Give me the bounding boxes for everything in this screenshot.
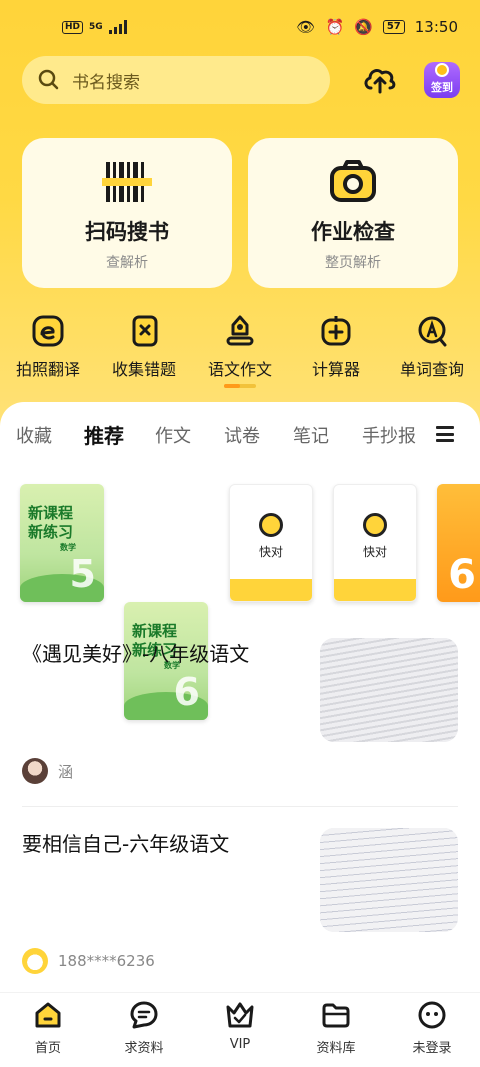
- nav-vip[interactable]: VIP: [192, 993, 288, 1067]
- camera-icon: [330, 160, 376, 202]
- nav-label: 首页: [34, 1041, 61, 1056]
- article-card[interactable]: 要相信自己-六年级语文 188****6236: [0, 828, 480, 1016]
- content-panel: 收藏 推荐 作文 试卷 笔记 手抄报 新课程 新练习 数学 5 新课程 新练习 数学…: [0, 402, 480, 992]
- tab-notes[interactable]: 笔记: [293, 422, 329, 448]
- book-placeholder[interactable]: 快对: [229, 484, 313, 602]
- nav-label: 未登录: [412, 1041, 452, 1056]
- card-subtitle: 查解析: [106, 255, 148, 271]
- card-title: 作业检查: [311, 220, 395, 244]
- page-indicator: [224, 384, 256, 388]
- status-bar: HD 5G 👁 ⏰ 🔕 57 13:50: [0, 0, 480, 60]
- calculator-icon: [321, 316, 351, 346]
- book-label: 快对: [258, 545, 283, 559]
- nav-label: VIP: [229, 1037, 251, 1052]
- tab-essay[interactable]: 作文: [155, 422, 191, 448]
- nav-label: 求资料: [124, 1041, 164, 1056]
- book-cover[interactable]: 新课程 新练习 数学 5: [20, 484, 104, 602]
- battery-icon: 57: [382, 20, 405, 34]
- book-placeholder[interactable]: 快对: [333, 484, 417, 602]
- alarm-icon: ⏰: [325, 18, 345, 36]
- tool-label: 拍照翻译: [15, 360, 80, 379]
- article-thumbnail: [320, 828, 458, 932]
- tool-shortcuts: 拍照翻译 收集错题 语文作文 计算器 单词查询: [0, 314, 480, 380]
- folder-icon: [322, 1003, 350, 1028]
- book-grade: 5: [69, 552, 96, 596]
- divider: [22, 806, 458, 807]
- nav-profile[interactable]: 未登录: [384, 993, 480, 1067]
- book-cover[interactable]: 6: [437, 484, 480, 602]
- avatar: [22, 948, 48, 974]
- tab-favorites[interactable]: 收藏: [16, 422, 52, 448]
- book-grade: 6: [448, 552, 476, 598]
- translate-icon: [32, 315, 64, 347]
- book-label: 快对: [362, 545, 387, 559]
- author-name: 188****6236: [58, 952, 155, 970]
- hd-indicator: HD: [62, 20, 84, 34]
- kuaidui-logo-icon: [259, 513, 283, 537]
- nav-request-materials[interactable]: 求资料: [96, 993, 192, 1067]
- search-input[interactable]: 书名搜索: [22, 56, 330, 104]
- tool-label: 计算器: [311, 360, 360, 379]
- nav-label: 资料库: [316, 1041, 356, 1056]
- word-lookup-icon: [418, 316, 447, 347]
- tool-label: 单词查询: [399, 360, 464, 379]
- article-author: 涵: [22, 758, 73, 784]
- tool-chinese-essay[interactable]: 语文作文: [192, 314, 288, 380]
- tool-word-lookup[interactable]: 单词查询: [384, 314, 480, 380]
- book-carousel: 新课程 新练习 数学 5 新课程 新练习 数学 6 快对 快对 6: [0, 484, 480, 720]
- nav-library[interactable]: 资料库: [288, 993, 384, 1067]
- sign-in-label: 签到: [431, 81, 453, 94]
- card-subtitle: 整页解析: [325, 255, 381, 271]
- article-title: 要相信自己-六年级语文: [22, 832, 230, 856]
- tab-handwritten-poster[interactable]: 手抄报: [362, 422, 416, 448]
- crown-icon: [226, 1002, 254, 1028]
- upload-icon[interactable]: [360, 60, 400, 100]
- tool-photo-translate[interactable]: 拍照翻译: [0, 314, 96, 380]
- tool-label: 收集错题: [111, 360, 176, 379]
- sign-in-button[interactable]: 签到: [424, 62, 460, 98]
- tool-calculator[interactable]: 计算器: [288, 314, 384, 380]
- barcode-icon: [102, 162, 152, 202]
- book-title-line2: 新练习: [28, 523, 74, 541]
- article-author: 188****6236: [22, 948, 155, 974]
- scan-search-card[interactable]: 扫码搜书 查解析: [22, 138, 232, 288]
- signal-icon: [108, 20, 127, 34]
- book-title-line1: 新课程: [28, 504, 74, 522]
- essay-icon: [226, 315, 254, 346]
- author-name: 涵: [58, 762, 74, 781]
- article-title: 《遇见美好》-八年级语文: [22, 642, 250, 666]
- kuaidui-logo-icon: [363, 513, 387, 537]
- coin-icon: [435, 63, 449, 77]
- mute-icon: 🔕: [354, 18, 373, 36]
- bottom-navigation: 首页 求资料 VIP 资料库 未登录: [0, 992, 480, 1067]
- search-placeholder: 书名搜索: [72, 72, 140, 93]
- category-tabs: 收藏 推荐 作文 试卷 笔记 手抄报: [0, 418, 480, 452]
- avatar: [22, 758, 48, 784]
- article-thumbnail: [320, 638, 458, 742]
- nav-home[interactable]: 首页: [0, 993, 96, 1067]
- profile-face-icon: [418, 1001, 446, 1029]
- search-icon: [38, 69, 59, 90]
- network-type: 5G: [89, 22, 103, 32]
- mistake-icon: [132, 315, 158, 347]
- tab-recommended[interactable]: 推荐: [84, 420, 124, 451]
- menu-icon[interactable]: [436, 426, 454, 442]
- clock: 13:50: [414, 18, 458, 36]
- card-title: 扫码搜书: [85, 220, 169, 244]
- eye-icon: 👁: [296, 18, 316, 36]
- home-icon: [35, 1002, 61, 1028]
- tab-exam[interactable]: 试卷: [224, 422, 260, 448]
- chat-icon: [130, 1001, 158, 1029]
- tool-collect-mistakes[interactable]: 收集错题: [96, 314, 192, 380]
- homework-check-card[interactable]: 作业检查 整页解析: [248, 138, 458, 288]
- tool-label: 语文作文: [207, 360, 272, 379]
- article-card[interactable]: 《遇见美好》-八年级语文 涵: [0, 638, 480, 826]
